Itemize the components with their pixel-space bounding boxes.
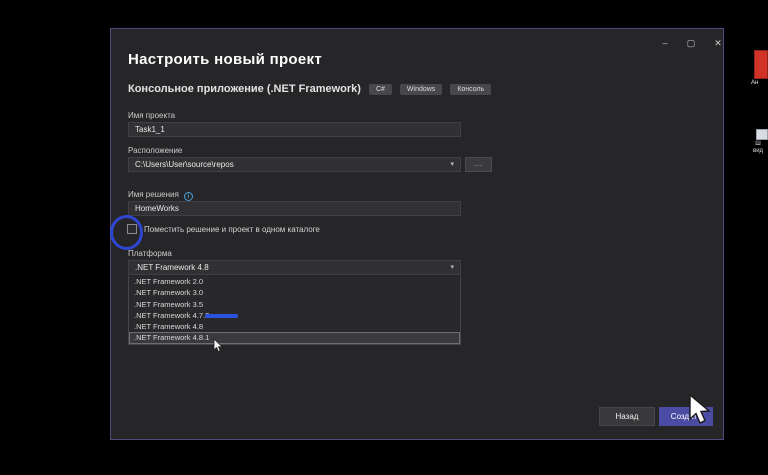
checkbox-circle-annotation bbox=[110, 215, 143, 250]
desktop-icon-label: Ан bbox=[751, 80, 759, 86]
location-label: Расположение bbox=[128, 146, 183, 155]
mouse-cursor-large bbox=[689, 394, 711, 424]
location-value: C:\Users\User\source\repos bbox=[135, 160, 234, 169]
maximize-icon[interactable]: ▢ bbox=[682, 35, 700, 51]
tag-console: Консоль bbox=[450, 83, 492, 95]
screen-background: – ▢ ✕ Настроить новый проект Консольное … bbox=[0, 0, 768, 475]
desktop-icon-label-line1: Ш bbox=[755, 141, 761, 147]
mouse-cursor bbox=[213, 338, 223, 353]
chevron-down-icon: ▾ bbox=[450, 161, 454, 168]
platform-value: .NET Framework 4.8 bbox=[135, 263, 209, 272]
platform-option[interactable]: .NET Framework 4.7.2 bbox=[129, 310, 460, 321]
desktop-icon-label-line2: вид bbox=[753, 148, 764, 154]
platform-options-list: .NET Framework 2.0 .NET Framework 3.0 .N… bbox=[128, 276, 461, 345]
same-directory-row: Поместить решение и проект в одном катал… bbox=[127, 224, 320, 234]
solution-name-input[interactable] bbox=[128, 201, 461, 216]
chevron-down-icon: ▾ bbox=[450, 264, 454, 271]
solution-name-label: Имя решения i bbox=[128, 190, 193, 201]
browse-button[interactable]: ... bbox=[465, 157, 492, 172]
platform-label: Платформа bbox=[128, 249, 172, 258]
minimize-icon[interactable]: – bbox=[656, 35, 674, 51]
tag-csharp: C# bbox=[368, 83, 392, 95]
page-title: Настроить новый проект bbox=[128, 51, 322, 68]
info-icon: i bbox=[183, 192, 193, 201]
platform-option[interactable]: .NET Framework 3.0 bbox=[129, 287, 460, 298]
desktop-app-icon[interactable] bbox=[754, 50, 768, 79]
platform-option[interactable]: .NET Framework 2.0 bbox=[129, 276, 460, 287]
desktop-icon-label: Ш вид bbox=[753, 141, 763, 155]
location-combobox[interactable]: C:\Users\User\source\repos ▾ bbox=[128, 157, 461, 172]
framework-underline-annotation bbox=[205, 314, 238, 318]
platform-option[interactable]: .NET Framework 4.8 bbox=[129, 321, 460, 332]
back-button[interactable]: Назад bbox=[599, 407, 655, 426]
project-name-label: Имя проекта bbox=[128, 111, 176, 120]
same-directory-label: Поместить решение и проект в одном катал… bbox=[144, 224, 320, 234]
solution-name-label-text: Имя решения bbox=[128, 190, 179, 199]
close-icon[interactable]: ✕ bbox=[709, 35, 727, 51]
configure-project-dialog: – ▢ ✕ Настроить новый проект Консольное … bbox=[110, 28, 724, 440]
project-type-label: Консольное приложение (.NET Framework) bbox=[128, 83, 361, 95]
project-type-row: Консольное приложение (.NET Framework) C… bbox=[128, 83, 492, 95]
tag-windows: Windows bbox=[399, 83, 443, 95]
platform-option[interactable]: .NET Framework 3.5 bbox=[129, 299, 460, 310]
platform-option-selected[interactable]: .NET Framework 4.8.1 bbox=[129, 332, 460, 344]
desktop-file-icon[interactable] bbox=[756, 129, 768, 140]
platform-combobox[interactable]: .NET Framework 4.8 ▾ bbox=[128, 260, 461, 275]
project-name-input[interactable] bbox=[128, 122, 461, 137]
